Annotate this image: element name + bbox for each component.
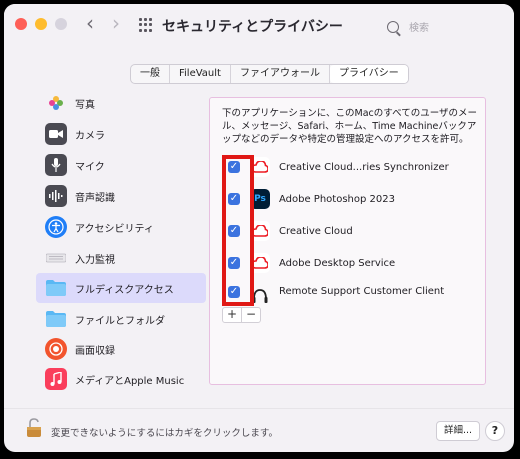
sidebar-item-microphone[interactable]: マイク bbox=[36, 150, 206, 180]
sidebar-item-label: フルディスクアクセス bbox=[75, 284, 174, 296]
search-field[interactable]: 検索 bbox=[387, 19, 429, 34]
search-icon bbox=[387, 20, 399, 33]
privacy-sidebar: 写真 カメラ マイク 音声認識 アクセシビリティ 入力監視 フルディスクアクセス… bbox=[36, 92, 206, 390]
sidebar-item-label: 写真 bbox=[75, 99, 95, 111]
minimize-button[interactable] bbox=[35, 18, 47, 30]
tab-privacy[interactable]: プライバシー bbox=[329, 65, 408, 83]
panel-description: 下のアプリケーションに、このMacのすべてのユーザのメール、メッセージ、Safa… bbox=[222, 108, 478, 145]
advanced-button[interactable]: 詳細... bbox=[436, 421, 481, 441]
waveform-icon bbox=[45, 185, 67, 207]
folder-icon bbox=[45, 308, 67, 330]
footer-divider bbox=[4, 408, 514, 409]
music-icon bbox=[45, 368, 67, 390]
screen-record-icon bbox=[45, 338, 67, 360]
app-name: Adobe Photoshop 2023 bbox=[279, 193, 395, 205]
preferences-window: ‹ › セキュリティとプライバシー 検索 一般 FileVault ファイアウォ… bbox=[4, 4, 514, 452]
sidebar-item-label: 入力監視 bbox=[75, 254, 115, 266]
sidebar-item-camera[interactable]: カメラ bbox=[36, 119, 206, 149]
tab-filevault[interactable]: FileVault bbox=[170, 65, 231, 83]
sidebar-item-media-apple-music[interactable]: メディアとApple Music bbox=[36, 364, 206, 394]
app-row: ✓ Remote Support Customer Client bbox=[228, 282, 444, 304]
sidebar-item-full-disk-access[interactable]: フルディスクアクセス bbox=[36, 273, 206, 303]
folder-icon bbox=[45, 277, 67, 299]
camera-icon bbox=[45, 123, 67, 145]
forward-arrow-icon[interactable]: › bbox=[106, 13, 126, 33]
microphone-icon bbox=[45, 154, 67, 176]
checkbox-highlight-box bbox=[222, 155, 254, 306]
sidebar-item-label: メディアとApple Music bbox=[75, 375, 185, 387]
tab-firewall[interactable]: ファイアウォール bbox=[231, 65, 330, 83]
show-all-grid-icon[interactable] bbox=[139, 18, 153, 32]
unlocked-padlock-icon[interactable] bbox=[26, 418, 42, 438]
add-remove-control: + − bbox=[222, 307, 261, 323]
zoom-button[interactable] bbox=[55, 18, 67, 30]
app-name: Remote Support Customer Client bbox=[279, 286, 445, 297]
sidebar-item-label: ファイルとフォルダ bbox=[75, 315, 165, 327]
tab-general[interactable]: 一般 bbox=[131, 65, 170, 83]
photos-icon bbox=[45, 92, 67, 114]
lock-instructions: 変更できないようにするにはカギをクリックします。 bbox=[51, 428, 278, 439]
sidebar-item-accessibility[interactable]: アクセシビリティ bbox=[36, 212, 206, 242]
sidebar-item-speech[interactable]: 音声認識 bbox=[36, 181, 206, 211]
accessibility-icon bbox=[45, 216, 67, 238]
sidebar-item-label: 音声認識 bbox=[75, 192, 115, 204]
close-button[interactable] bbox=[15, 18, 27, 30]
sidebar-item-input-monitoring[interactable]: 入力監視 bbox=[36, 243, 206, 273]
app-name: Adobe Desktop Service bbox=[279, 257, 396, 269]
sidebar-item-label: アクセシビリティ bbox=[75, 223, 154, 235]
app-row: ✓ Creative Cloud...ries Synchronizer bbox=[228, 154, 449, 180]
remove-app-button[interactable]: − bbox=[242, 308, 260, 322]
window-title: セキュリティとプライバシー bbox=[162, 19, 343, 35]
app-name: Creative Cloud...ries Synchronizer bbox=[279, 161, 449, 173]
app-name: Creative Cloud bbox=[279, 225, 353, 237]
sidebar-item-label: カメラ bbox=[75, 130, 105, 142]
sidebar-item-screen-recording[interactable]: 画面収録 bbox=[36, 334, 206, 364]
sidebar-item-photos[interactable]: 写真 bbox=[36, 88, 206, 118]
title-bar: ‹ › セキュリティとプライバシー 検索 bbox=[4, 4, 514, 50]
sidebar-item-files-and-folders[interactable]: ファイルとフォルダ bbox=[36, 304, 206, 334]
sidebar-item-label: 画面収録 bbox=[75, 345, 115, 357]
back-arrow-icon[interactable]: ‹ bbox=[80, 13, 100, 33]
keyboard-icon bbox=[45, 247, 67, 269]
search-placeholder: 検索 bbox=[409, 23, 429, 34]
tab-bar: 一般 FileVault ファイアウォール プライバシー bbox=[130, 64, 409, 84]
sidebar-item-label: マイク bbox=[75, 161, 105, 173]
add-app-button[interactable]: + bbox=[223, 308, 242, 322]
help-button[interactable]: ? bbox=[485, 421, 505, 441]
